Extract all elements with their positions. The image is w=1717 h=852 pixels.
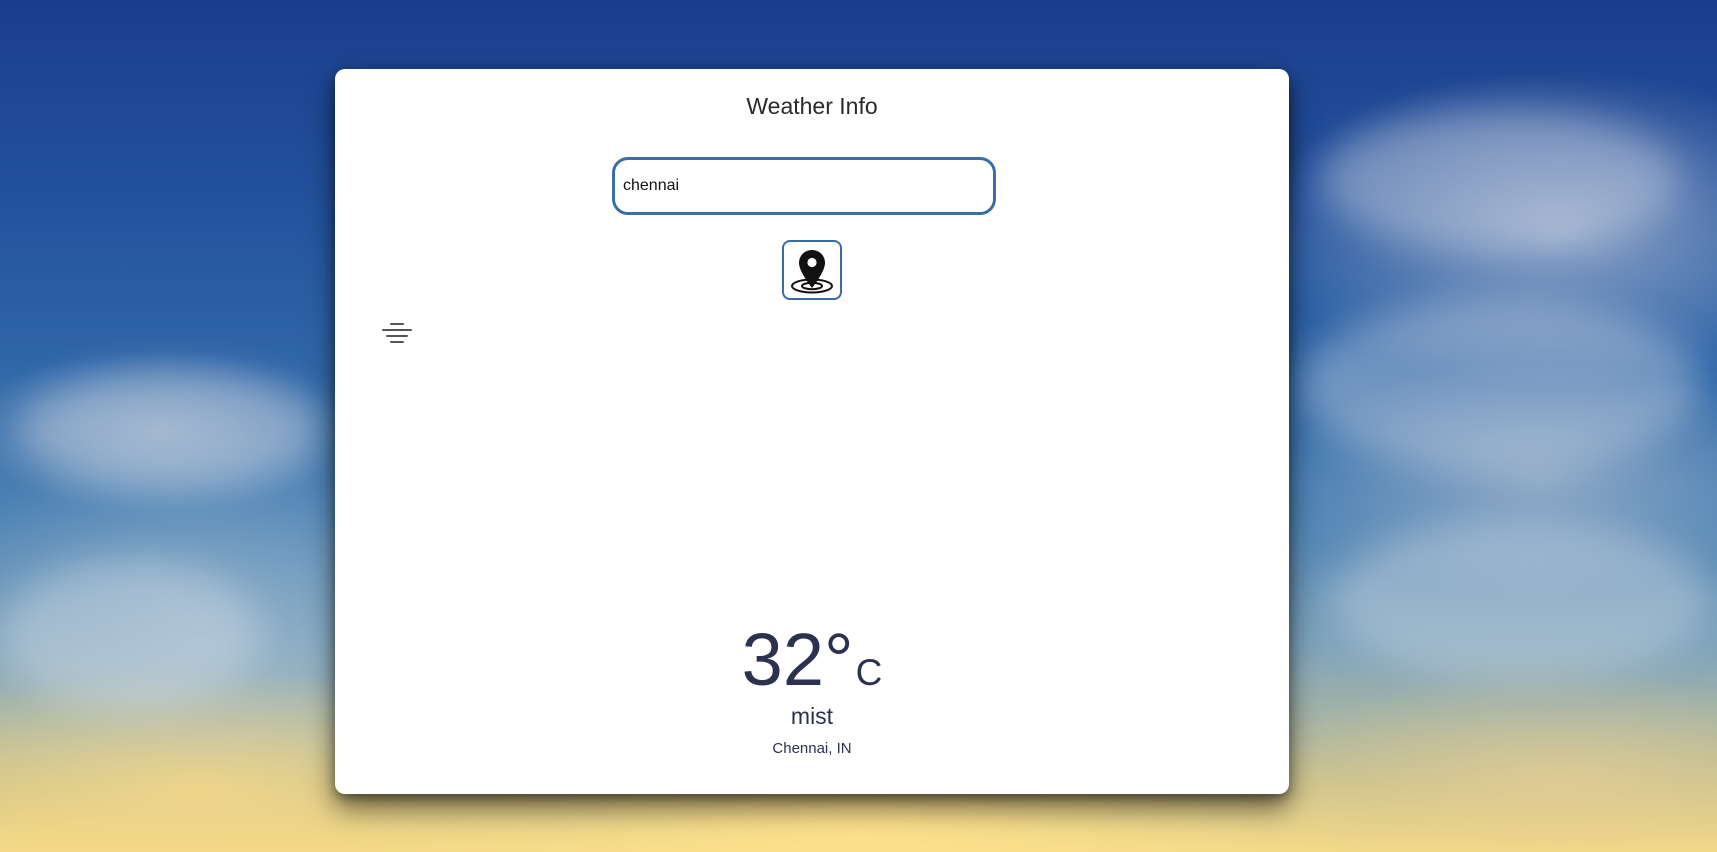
page-title: Weather Info	[746, 93, 878, 119]
temperature-unit: C	[855, 652, 883, 693]
temperature-value: 32°	[741, 618, 854, 701]
cloud	[1320, 110, 1680, 250]
cloud	[20, 370, 320, 490]
cloud	[1300, 300, 1700, 470]
weather-card: Weather Info 32°C mist Chennai, IN	[335, 69, 1289, 794]
location-label: Chennai, IN	[772, 740, 852, 757]
city-search-input[interactable]	[612, 157, 996, 215]
temperature-display: 32°C	[335, 623, 1289, 697]
cloud	[1330, 520, 1710, 680]
location-pin-icon	[791, 250, 833, 294]
current-location-button[interactable]	[782, 240, 842, 300]
weather-description: mist	[790, 703, 834, 729]
mist-icon	[382, 323, 412, 343]
cloud	[0, 560, 260, 710]
